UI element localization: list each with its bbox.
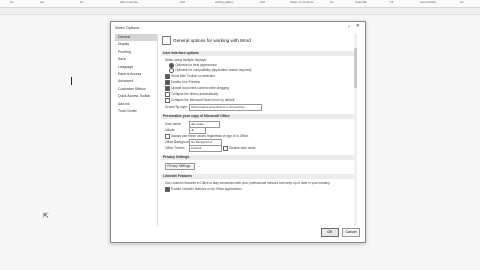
background-label: Office Background:: [165, 140, 193, 144]
disable-dark-checkbox[interactable]: Disable dark mode: [223, 146, 256, 151]
personalize-header: Personalize your copy of Microsoft Offic…: [161, 114, 355, 119]
live-preview-checkbox[interactable]: Enable Live Preview: [165, 80, 200, 85]
checkbox-on-icon: [165, 74, 170, 79]
live-preview-label: Enable Live Preview: [171, 80, 200, 85]
checkbox-off-icon: [165, 98, 170, 103]
privacy-header: Privacy Settings: [161, 155, 355, 160]
checkbox-off-icon: [165, 92, 170, 97]
ribbon-text: Aa: [40, 0, 44, 4]
ui-options-header: User Interface options: [161, 51, 355, 56]
ribbon-text: 100: [260, 0, 266, 4]
nav-item-display[interactable]: Display: [115, 41, 157, 48]
update-document-label: Update document content while dragging: [171, 86, 230, 91]
mini-toolbar-label: Show Mini Toolbar on selection: [171, 74, 215, 79]
radio-off-icon: [169, 68, 174, 73]
general-pane: General options for working with Word Us…: [159, 34, 357, 226]
collapse-search-label: Collapse the Microsoft Search box by def…: [171, 98, 235, 103]
screentip-select[interactable]: Show feature descriptions in ScreenTips: [189, 104, 262, 111]
update-document-checkbox[interactable]: Update document content while dragging: [165, 86, 229, 91]
ribbon-text: 100: [180, 0, 186, 4]
optimize-appearance-radio[interactable]: Optimize for best appearance: [169, 63, 217, 68]
nav-item-advanced[interactable]: Advanced: [115, 78, 157, 85]
ribbon-text: 10: [460, 0, 464, 4]
dialog-title: Word Options: [115, 25, 140, 30]
nav-item-proofing[interactable]: Proofing: [115, 49, 157, 56]
general-options-icon: [162, 36, 171, 45]
linkedin-header: LinkedIn Features: [161, 174, 355, 179]
scrollbar-thumb[interactable]: [354, 48, 357, 88]
theme-label: Office Theme:: [165, 146, 185, 150]
nav-item-customize-ribbon[interactable]: Customize Ribbon: [115, 86, 157, 93]
always-use-label: Always use these values regardless of si…: [171, 134, 249, 139]
cancel-button[interactable]: Cancel: [342, 228, 360, 237]
initials-label: Initials:: [165, 128, 175, 132]
optimize-compat-radio[interactable]: Optimize for compatibility (application …: [169, 68, 251, 73]
linkedin-checkbox[interactable]: Enable LinkedIn features in my Office ap…: [165, 187, 242, 192]
pane-title: General options for working with Word: [173, 38, 251, 43]
ribbon-strip: 10 Aa 10 add a service 100 editing galle…: [0, 0, 480, 8]
nav-item-trust-center[interactable]: Trust Center: [115, 108, 157, 115]
ribbon-text: accessibility: [420, 0, 437, 4]
optimize-appearance-label: Optimize for best appearance: [175, 63, 217, 68]
checkbox-on-icon: [165, 86, 170, 91]
close-icon[interactable]: ✕: [356, 23, 360, 29]
ribbon-text: editing gallery: [215, 0, 234, 4]
help-icon[interactable]: ?: [348, 24, 350, 29]
nav-item-add-ins[interactable]: Add-ins: [115, 101, 157, 108]
ribbon-text: add a service: [120, 0, 138, 4]
screentip-label: ScreenTip style:: [165, 105, 188, 109]
ruler: [0, 8, 480, 15]
ribbon-text: Table of Contents: [290, 0, 314, 4]
mouse-pointer-icon: ⇱: [43, 213, 49, 220]
ribbon-text: Calendar: [355, 0, 368, 4]
mini-toolbar-checkbox[interactable]: Show Mini Toolbar on selection: [165, 74, 215, 79]
ribbon-text: 10: [80, 0, 84, 4]
checkbox-off-icon: [223, 146, 228, 151]
checkbox-on-icon: [165, 187, 170, 192]
linkedin-label: Enable LinkedIn features in my Office ap…: [171, 187, 242, 192]
ok-button[interactable]: OK: [321, 228, 339, 237]
ribbon-text: 10: [330, 0, 334, 4]
nav-item-language[interactable]: Language: [115, 64, 157, 71]
nav-item-quick-access-toolbar[interactable]: Quick Access Toolbar: [115, 93, 157, 100]
word-options-dialog: Word Options ? ✕ General Display Proofin…: [110, 21, 366, 243]
radio-on-icon: [169, 63, 174, 68]
checkbox-off-icon: [165, 134, 170, 139]
collapse-ribbon-label: Collapse the ribbon automatically: [171, 92, 219, 97]
ribbon-text: 15: [390, 0, 394, 4]
disable-dark-label: Disable dark mode: [229, 146, 256, 151]
optimize-compat-label: Optimize for compatibility (application …: [175, 68, 252, 73]
collapse-search-checkbox[interactable]: Collapse the Microsoft Search box by def…: [165, 98, 234, 103]
ribbon-text: 10: [10, 0, 14, 4]
linkedin-description: Use LinkedIn features in Office to stay …: [165, 181, 331, 185]
username-label: User name:: [165, 122, 182, 126]
checkbox-on-icon: [165, 80, 170, 85]
theme-select[interactable]: Colorful: [189, 145, 222, 152]
initials-input[interactable]: JL: [189, 127, 206, 134]
nav-item-ease-of-access[interactable]: Ease of Access: [115, 71, 157, 78]
always-use-checkbox[interactable]: Always use these values regardless of si…: [165, 134, 249, 139]
nav-item-general[interactable]: General: [115, 34, 157, 42]
privacy-settings-button[interactable]: Privacy Settings...: [165, 163, 195, 170]
nav-item-save[interactable]: Save: [115, 56, 157, 63]
options-nav: General Display Proofing Save Language E…: [115, 34, 158, 226]
pane-scrollbar[interactable]: [354, 34, 357, 226]
multi-display-label: When using multiple displays:: [165, 58, 207, 62]
collapse-ribbon-checkbox[interactable]: Collapse the ribbon automatically: [165, 92, 218, 97]
text-caret: [71, 77, 72, 85]
